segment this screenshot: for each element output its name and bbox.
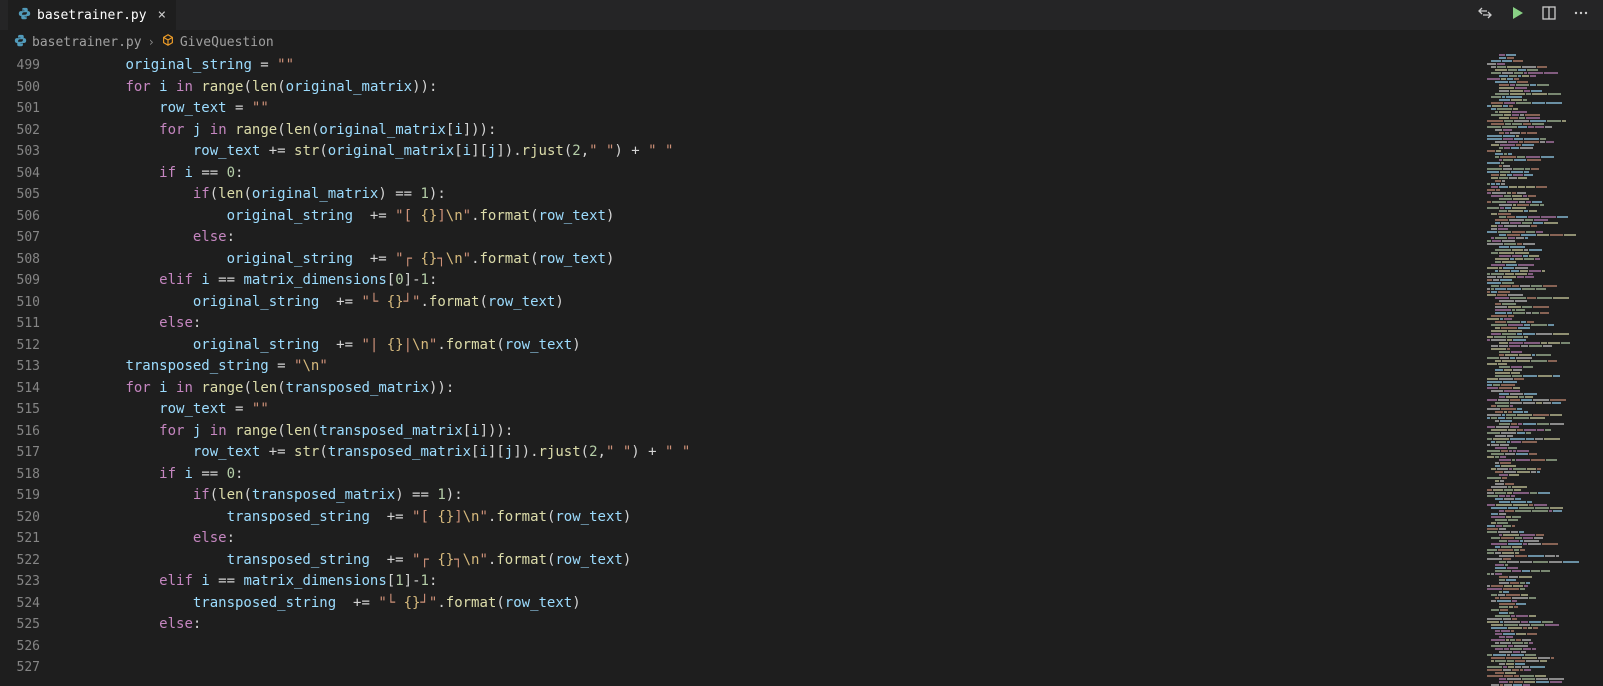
symbol-method-icon bbox=[161, 33, 175, 51]
more-actions-icon[interactable] bbox=[1573, 5, 1589, 25]
run-icon[interactable] bbox=[1509, 5, 1525, 25]
split-editor-icon[interactable] bbox=[1541, 5, 1557, 25]
breadcrumb-file[interactable]: basetrainer.py bbox=[14, 34, 142, 51]
title-actions bbox=[1477, 5, 1603, 25]
python-icon bbox=[18, 7, 31, 23]
editor: 499 500 501 502 503 504 505 506 507 508 … bbox=[0, 54, 1603, 686]
tab-bar: basetrainer.py × bbox=[0, 0, 1603, 30]
code-area[interactable]: original_string = "" for i in range(len(… bbox=[58, 54, 1483, 686]
breadcrumb-symbol[interactable]: GiveQuestion bbox=[161, 33, 274, 51]
python-icon bbox=[14, 34, 27, 51]
tab-close-button[interactable]: × bbox=[158, 7, 166, 23]
tab-basetrainer[interactable]: basetrainer.py × bbox=[8, 0, 177, 30]
tab-filename: basetrainer.py bbox=[37, 8, 147, 23]
minimap[interactable] bbox=[1483, 54, 1603, 686]
compare-icon[interactable] bbox=[1477, 5, 1493, 25]
line-gutter: 499 500 501 502 503 504 505 506 507 508 … bbox=[0, 54, 58, 686]
chevron-right-icon: › bbox=[148, 35, 155, 49]
breadcrumbs: basetrainer.py › GiveQuestion bbox=[0, 30, 1603, 54]
